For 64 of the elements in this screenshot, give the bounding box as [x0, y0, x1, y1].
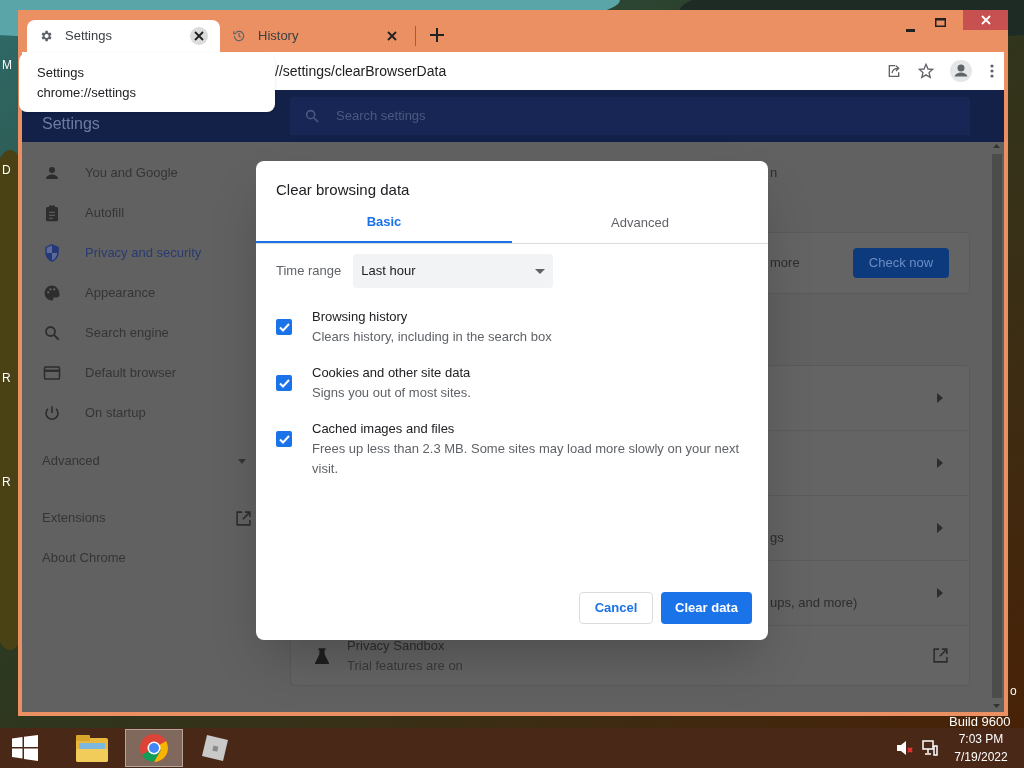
option-description: Signs you out of most sites.: [312, 384, 472, 402]
checkbox[interactable]: [276, 431, 292, 447]
maximize-icon[interactable]: [935, 18, 946, 27]
browser-tab[interactable]: History: [220, 20, 413, 52]
address-text[interactable]: //settings/clearBrowserData: [275, 60, 886, 82]
search-icon: [43, 324, 61, 342]
search-icon: [304, 108, 320, 124]
dialog-title: Clear browsing data: [275, 180, 411, 200]
close-icon: [980, 15, 991, 25]
arrow-right-icon: [937, 393, 943, 403]
caret-icon: [238, 458, 246, 464]
share-icon[interactable]: [886, 63, 902, 79]
desktop-icon-label: R: [2, 475, 11, 489]
desktop-text: o: [1010, 684, 1017, 698]
option-title: Browsing history: [312, 308, 409, 326]
clock-icon: [232, 29, 246, 43]
external-link-icon: [235, 509, 252, 527]
caret-icon: [535, 268, 546, 274]
dialog-tab[interactable]: Advanced: [512, 202, 768, 243]
desktop-icon-label: M: [2, 58, 12, 72]
gear-icon: [39, 29, 53, 43]
person-icon: [43, 164, 61, 182]
arrow-right-icon: [937, 588, 943, 598]
menu-icon[interactable]: [990, 64, 994, 78]
close-icon[interactable]: [190, 27, 208, 45]
clock-time[interactable]: 7:03 PM: [958, 730, 1004, 748]
settings-title: Settings: [41, 114, 101, 134]
option-description: Frees up less than 2.3 MB. Some sites may load more slowly on your next visit.: [312, 440, 741, 478]
new-tab-icon[interactable]: [430, 28, 444, 42]
build-label: Build 9600: [949, 715, 1011, 728]
profile-icon[interactable]: [950, 60, 972, 82]
close-window-button[interactable]: [963, 10, 1008, 30]
clear-data-button[interactable]: Clear data: [661, 592, 752, 624]
arrow-right-icon: [937, 523, 943, 533]
windows-start-icon[interactable]: [12, 735, 38, 761]
dialog-tab[interactable]: Basic: [256, 202, 512, 243]
folder-icon: [75, 733, 109, 763]
desktop-icon-label: R: [2, 371, 11, 385]
check-now-button[interactable]: Check now: [853, 248, 949, 278]
star-icon[interactable]: [918, 63, 934, 79]
time-range-label: Time range: [276, 262, 342, 281]
clipboard-icon: [44, 204, 60, 222]
cancel-button[interactable]: Cancel: [579, 592, 653, 624]
time-range-dropdown[interactable]: Last hour: [353, 254, 554, 288]
checkbox[interactable]: [276, 375, 292, 391]
browser-tab[interactable]: Settings: [27, 20, 220, 52]
chrome-icon: [139, 733, 169, 763]
option-title: Cached images and files: [312, 420, 456, 438]
option-description: Clears history, including in the search box: [312, 328, 553, 346]
tooltip-url: chrome://settings: [37, 83, 137, 102]
browser-window-icon: [43, 365, 61, 381]
power-icon: [43, 404, 61, 422]
shield-icon: [43, 243, 61, 263]
external-link-icon: [932, 647, 949, 664]
clock-date[interactable]: 7/19/2022: [954, 748, 1008, 766]
flask-icon: [315, 646, 329, 665]
option-title: Cookies and other site data: [312, 364, 472, 382]
desktop-icon-label: D: [2, 163, 11, 177]
tooltip-title: Settings: [37, 63, 85, 82]
checkbox[interactable]: [276, 319, 292, 335]
muted-speaker-icon[interactable]: [896, 740, 914, 756]
network-icon[interactable]: [922, 740, 938, 756]
palette-icon: [43, 284, 61, 302]
arrow-right-icon: [937, 458, 943, 468]
